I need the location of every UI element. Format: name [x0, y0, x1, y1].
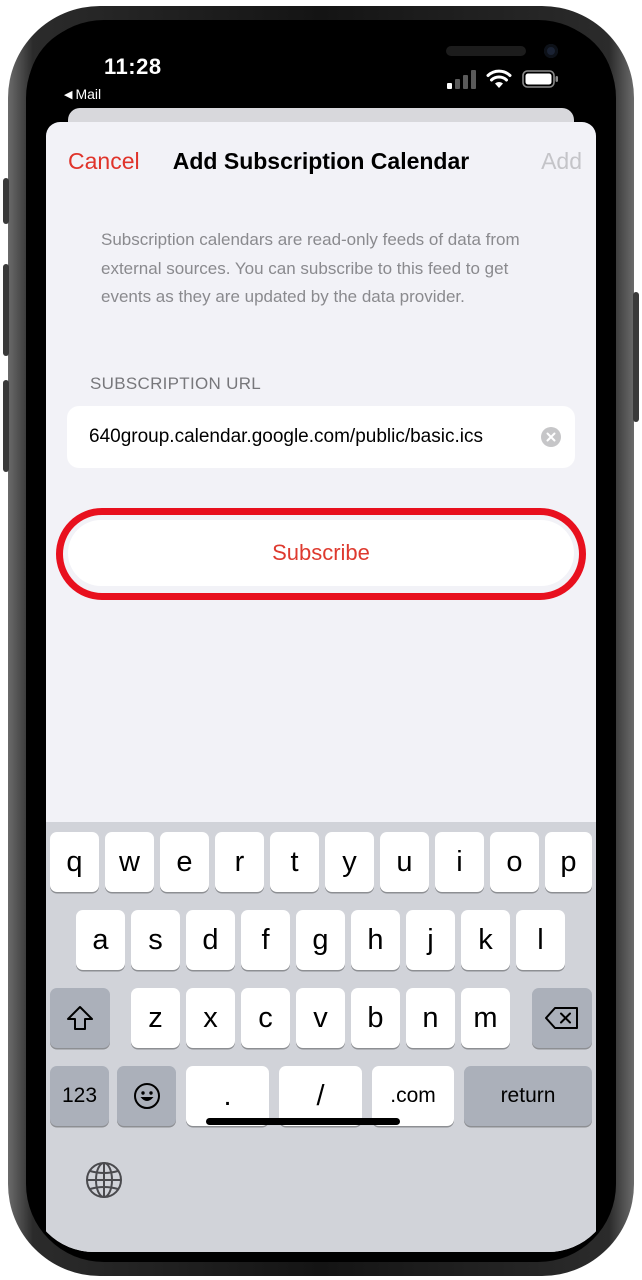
key-m[interactable]: m: [461, 988, 510, 1048]
key-s[interactable]: s: [131, 910, 180, 970]
key-o[interactable]: o: [490, 832, 539, 892]
key-h[interactable]: h: [351, 910, 400, 970]
emoji-key[interactable]: [117, 1066, 176, 1126]
key-p[interactable]: p: [545, 832, 592, 892]
globe-button[interactable]: [84, 1160, 124, 1200]
globe-icon: [86, 1162, 122, 1198]
notch: [192, 24, 558, 80]
volume-up-button: [3, 264, 9, 356]
return-key[interactable]: return: [464, 1066, 592, 1126]
cellular-signal-icon: [447, 70, 476, 89]
backspace-key[interactable]: [532, 988, 592, 1048]
status-time: 11:28: [104, 54, 162, 79]
cancel-button[interactable]: Cancel: [68, 148, 140, 175]
key-q[interactable]: q: [50, 832, 99, 892]
status-indicators: [446, 66, 566, 92]
shift-icon: [67, 1006, 93, 1030]
back-triangle-icon: ◀: [64, 88, 73, 101]
slash-key[interactable]: /: [279, 1066, 362, 1126]
home-indicator[interactable]: [206, 1118, 400, 1125]
speaker-grille: [446, 46, 526, 56]
key-c[interactable]: c: [241, 988, 290, 1048]
front-camera: [544, 44, 558, 58]
add-button[interactable]: Add: [541, 148, 582, 175]
subscription-url-label: SUBSCRIPTION URL: [90, 374, 262, 393]
subscribe-button[interactable]: Subscribe: [68, 520, 574, 586]
dot-key[interactable]: .: [186, 1066, 269, 1126]
subscription-url-input[interactable]: 640group.calendar.google.com/public/basi…: [89, 426, 517, 448]
numbers-key[interactable]: 123: [50, 1066, 109, 1126]
key-b[interactable]: b: [351, 988, 400, 1048]
emoji-icon: [133, 1083, 160, 1109]
subscription-url-value: 640group.calendar.google.com/public/basi…: [89, 426, 483, 447]
clear-x-icon: [546, 432, 556, 442]
battery-icon: [522, 70, 558, 88]
key-x[interactable]: x: [186, 988, 235, 1048]
key-e[interactable]: e: [160, 832, 209, 892]
key-k[interactable]: k: [461, 910, 510, 970]
key-j[interactable]: j: [406, 910, 455, 970]
key-l[interactable]: l: [516, 910, 565, 970]
key-f[interactable]: f: [241, 910, 290, 970]
wifi-icon: [486, 69, 512, 88]
key-y[interactable]: y: [325, 832, 374, 892]
key-i[interactable]: i: [435, 832, 484, 892]
key-t[interactable]: t: [270, 832, 319, 892]
phone-screen: 11:28 ◀ Mail Add Subscription Calendar C…: [28, 24, 614, 1252]
key-a[interactable]: a: [76, 910, 125, 970]
dotcom-key[interactable]: .com: [372, 1066, 454, 1126]
shift-key[interactable]: [50, 988, 110, 1048]
key-u[interactable]: u: [380, 832, 429, 892]
subscription-url-field[interactable]: 640group.calendar.google.com/public/basi…: [67, 406, 575, 468]
key-z[interactable]: z: [131, 988, 180, 1048]
sheet-navigation-bar: Add Subscription Calendar Cancel Add: [46, 122, 596, 202]
volume-down-button: [3, 380, 9, 472]
back-app-label: Mail: [75, 86, 102, 102]
description-text: Subscription calendars are read-only fee…: [101, 230, 520, 306]
silent-switch: [3, 178, 9, 224]
back-to-app-link[interactable]: ◀ Mail: [64, 86, 101, 102]
key-w[interactable]: w: [105, 832, 154, 892]
key-g[interactable]: g: [296, 910, 345, 970]
keyboard: q w e r t y u i o p a s d f g h j k l z …: [46, 822, 596, 1252]
key-v[interactable]: v: [296, 988, 345, 1048]
clear-text-button[interactable]: [541, 427, 561, 447]
power-button: [633, 292, 639, 422]
key-n[interactable]: n: [406, 988, 455, 1048]
key-r[interactable]: r: [215, 832, 264, 892]
add-subscription-sheet: Add Subscription Calendar Cancel Add Sub…: [46, 122, 596, 1252]
backspace-icon: [545, 1007, 578, 1029]
key-d[interactable]: d: [186, 910, 235, 970]
